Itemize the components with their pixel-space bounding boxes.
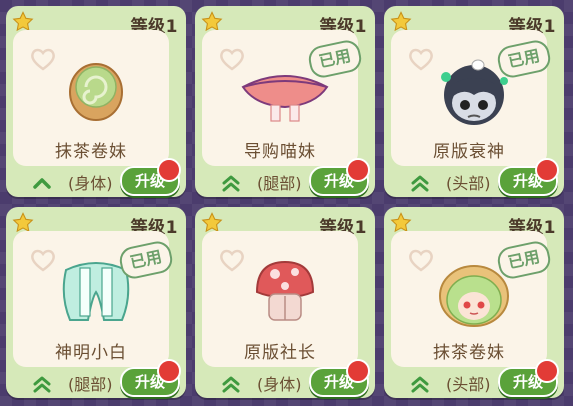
upgrade-button[interactable]: 升级 [309, 158, 370, 196]
item-name: 原版衰神 [433, 142, 505, 162]
item-name: 神明小白 [55, 343, 127, 363]
slot-label: (头部) [446, 174, 491, 193]
matcha-roll-icon [69, 63, 123, 121]
item-panel: 已用 导购喵妹 [201, 29, 364, 167]
star-icon [12, 11, 34, 32]
item-panel: 已用 神明小白 [12, 230, 175, 368]
notification-dot [346, 158, 370, 182]
slot-label: (身体) [68, 174, 113, 193]
slot-label: (头部) [446, 375, 491, 394]
item-card[interactable]: 等级1 已用 抹茶卷妹 (头部) 升级 [384, 207, 564, 398]
slot-label: (身体) [257, 375, 302, 394]
item-panel: 抹茶卷妹 [12, 29, 170, 167]
in-use-badge: 已用 [117, 238, 175, 282]
item-card[interactable]: 等级1 抹茶卷妹 (身体) 升级 [6, 6, 186, 197]
notification-dot [157, 158, 181, 182]
double-chevron-up-icon [222, 175, 240, 192]
in-use-badge: 已用 [495, 37, 553, 81]
item-name: 原版社长 [244, 343, 316, 363]
star-icon [201, 11, 223, 32]
chevron-up-icon [33, 178, 51, 189]
double-chevron-up-icon [222, 376, 240, 393]
notification-dot [346, 359, 370, 383]
item-name: 抹茶卷妹 [55, 142, 127, 162]
notification-dot [535, 359, 559, 383]
double-chevron-up-icon [33, 376, 51, 393]
notification-dot [535, 158, 559, 182]
in-use-badge: 已用 [306, 37, 364, 81]
star-icon [390, 11, 412, 32]
item-panel: 原版社长 [201, 230, 359, 368]
mushroom-body-icon [255, 260, 315, 321]
item-name: 导购喵妹 [244, 142, 316, 162]
upgrade-button[interactable]: 升级 [120, 158, 181, 196]
item-card[interactable]: 等级1 已用 原版衰神 (头部) 升级 [384, 6, 564, 197]
slot-label: (腿部) [257, 174, 302, 193]
notification-dot [157, 359, 181, 383]
item-panel: 已用 原版衰神 [390, 29, 553, 167]
item-name: 抹茶卷妹 [433, 343, 505, 363]
slot-label: (腿部) [68, 375, 113, 394]
item-panel: 已用 抹茶卷妹 [390, 230, 553, 368]
upgrade-button[interactable]: 升级 [498, 158, 559, 196]
upgrade-button[interactable]: 升级 [309, 359, 370, 397]
star-icon [390, 212, 412, 233]
double-chevron-up-icon [411, 376, 429, 393]
item-card[interactable]: 等级1 原版社长 (身体) 升级 [195, 207, 375, 398]
item-card[interactable]: 等级1 已用 神明小白 (腿部) 升级 [6, 207, 186, 398]
upgrade-button[interactable]: 升级 [120, 359, 181, 397]
item-card[interactable]: 等级1 已用 导购喵妹 (腿部) 升级 [195, 6, 375, 197]
in-use-badge: 已用 [495, 238, 553, 282]
star-icon [201, 212, 223, 233]
star-icon [12, 212, 34, 233]
double-chevron-up-icon [411, 175, 429, 192]
upgrade-button[interactable]: 升级 [498, 359, 559, 397]
